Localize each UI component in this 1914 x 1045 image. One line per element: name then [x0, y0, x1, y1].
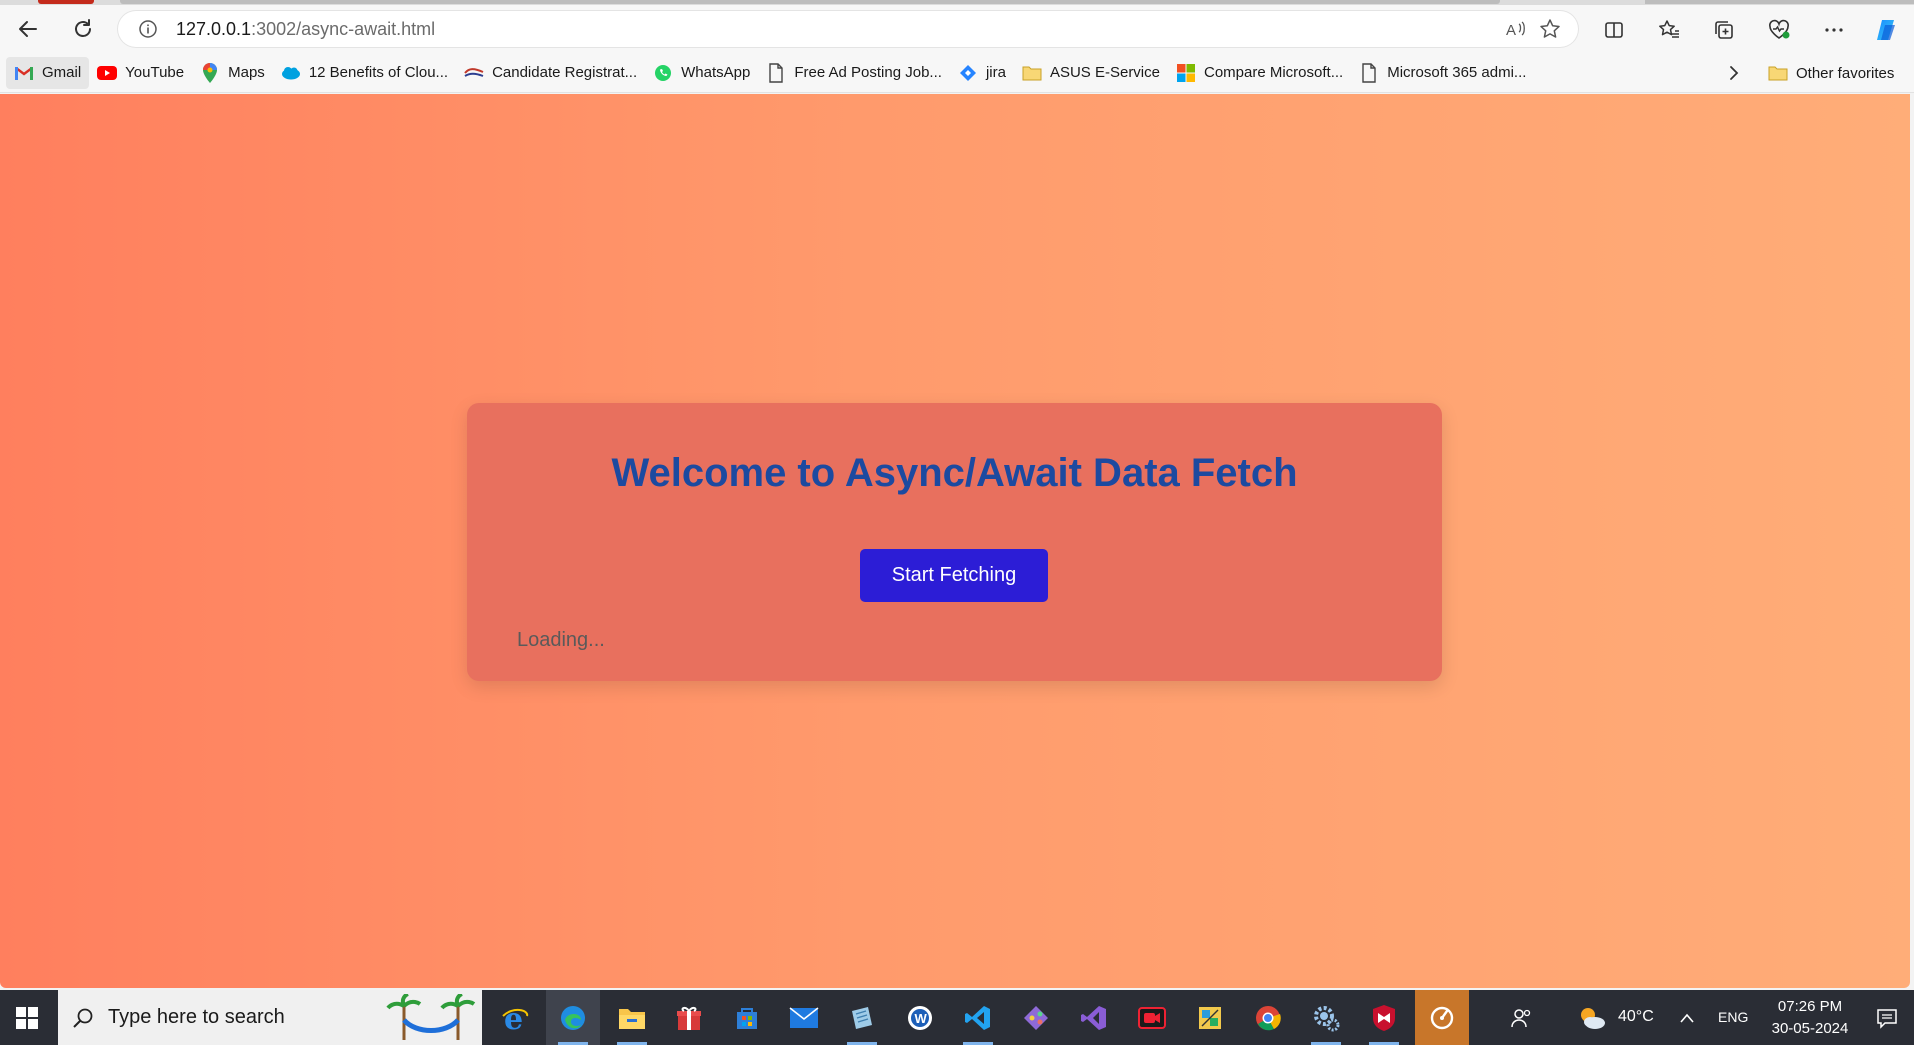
copilot-icon[interactable]	[1867, 10, 1907, 50]
store-taskbar-icon[interactable]	[720, 990, 774, 1045]
bookmark-label: Microsoft 365 admi...	[1387, 64, 1527, 81]
tab-strip-bar-right	[1645, 0, 1914, 4]
whatsapp-icon	[653, 63, 673, 83]
internet-explorer-taskbar-icon[interactable]: e	[488, 990, 542, 1045]
bookmark-label: Free Ad Posting Job...	[794, 64, 942, 81]
gift-app-taskbar-icon[interactable]	[662, 990, 716, 1045]
bookmark-label: WhatsApp	[681, 64, 751, 81]
bookmark-label: 12 Benefits of Clou...	[308, 64, 449, 81]
bookmark-other-favorites[interactable]: Other favorites	[1760, 57, 1902, 89]
people-taskbar-icon[interactable]	[1495, 990, 1549, 1045]
folder-icon	[1768, 63, 1788, 83]
word-app-taskbar-icon[interactable]: W	[893, 990, 947, 1045]
start-fetching-button[interactable]: Start Fetching	[860, 549, 1048, 602]
bookmark-label: Other favorites	[1796, 64, 1895, 82]
active-app-taskbar-icon[interactable]	[1415, 990, 1469, 1045]
bookmark-label: Maps	[228, 64, 265, 81]
notepad-taskbar-icon[interactable]	[835, 990, 889, 1045]
bookmark-compare-microsoft[interactable]: Compare Microsoft...	[1168, 57, 1351, 89]
split-screen-icon[interactable]	[1594, 10, 1634, 50]
bookmark-maps[interactable]: Maps	[192, 57, 273, 89]
page-icon	[1359, 62, 1379, 83]
windows-logo-icon	[16, 1006, 38, 1029]
vscode-taskbar-icon[interactable]	[951, 990, 1005, 1045]
search-placeholder: Type here to search	[108, 1006, 285, 1028]
page-viewport: Welcome to Async/Await Data Fetch Start …	[0, 94, 1910, 988]
browser-toolbar: 127.0.0.1:3002/async-await.html A	[0, 5, 1914, 53]
more-options-icon[interactable]	[1814, 10, 1854, 50]
bookmark-label: Gmail	[42, 64, 82, 81]
url-host: 127.0.0.1	[176, 18, 252, 39]
bookmark-candidate-registration[interactable]: Candidate Registrat...	[456, 57, 645, 89]
read-aloud-icon[interactable]: A	[1498, 11, 1534, 47]
tray-chevron-up-icon[interactable]	[1667, 990, 1707, 1045]
temperature-text[interactable]: 40°C	[1618, 1008, 1654, 1026]
windows-taskbar: Type here to search e W 40°C ENG 07:26 P…	[0, 990, 1914, 1045]
maps-icon	[200, 62, 220, 83]
bookmark-label: YouTube	[125, 64, 185, 81]
bookmark-cloud-benefits[interactable]: 12 Benefits of Clou...	[273, 57, 456, 89]
bookmark-youtube[interactable]: YouTube	[89, 57, 192, 89]
salesforce-icon	[281, 63, 301, 83]
clock-time[interactable]: 07:26 PM	[1773, 998, 1847, 1015]
hammock-beach-icon	[386, 994, 476, 1040]
bookmark-label: Candidate Registrat...	[492, 64, 638, 81]
start-button[interactable]	[0, 990, 54, 1045]
bookmarks-bar: Gmail YouTube Maps 12 Benefits of Clou..…	[0, 53, 1914, 93]
bookmark-free-ad-posting[interactable]: Free Ad Posting Job...	[758, 57, 950, 89]
notifications-icon[interactable]	[1860, 990, 1914, 1045]
status-text: Loading...	[517, 629, 605, 651]
fetch-card: Welcome to Async/Await Data Fetch Start …	[467, 403, 1442, 681]
back-arrow-icon	[19, 21, 37, 37]
url-path: :3002/async-await.html	[251, 18, 436, 39]
bookmark-label: ASUS E-Service	[1049, 64, 1160, 81]
bookmark-label: jira	[985, 64, 1006, 81]
bookmark-gmail[interactable]: Gmail	[6, 56, 90, 89]
collections-icon[interactable]	[1704, 10, 1744, 50]
mail-taskbar-icon[interactable]	[777, 990, 831, 1045]
edge-taskbar-icon[interactable]	[546, 990, 600, 1045]
bookmark-asus-eservice[interactable]: ASUS E-Service	[1014, 57, 1168, 89]
refresh-button[interactable]	[63, 9, 103, 49]
language-indicator[interactable]: ENG	[1718, 1009, 1748, 1025]
weather-icon[interactable]	[1565, 990, 1619, 1045]
git-app-taskbar-icon[interactable]	[1009, 990, 1063, 1045]
svg-text:A: A	[1506, 22, 1516, 39]
microsoft-icon	[1176, 63, 1196, 83]
gmail-icon	[14, 63, 34, 83]
chrome-taskbar-icon[interactable]	[1241, 990, 1295, 1045]
youtube-icon	[97, 63, 118, 83]
bookmarks-overflow-chevron-icon[interactable]	[1718, 57, 1750, 89]
refresh-icon	[75, 19, 91, 37]
bookmark-jira[interactable]: jira	[950, 57, 1014, 89]
back-button[interactable]	[8, 9, 48, 49]
bookmark-microsoft-365-admin[interactable]: Microsoft 365 admi...	[1351, 57, 1534, 89]
clock-date[interactable]: 30-05-2024	[1763, 1020, 1857, 1037]
svg-text:W: W	[915, 1011, 928, 1026]
page-icon	[766, 62, 786, 83]
file-explorer-taskbar-icon[interactable]	[605, 990, 659, 1045]
svg-text:e: e	[504, 1004, 523, 1032]
page-title: Welcome to Async/Await Data Fetch	[611, 451, 1298, 495]
site-info-icon[interactable]	[138, 19, 158, 39]
favorite-star-icon[interactable]	[1532, 11, 1568, 47]
bookmark-whatsapp[interactable]: WhatsApp	[645, 57, 758, 89]
jira-icon	[958, 63, 978, 83]
browser-essentials-icon[interactable]	[1759, 10, 1799, 50]
screen-recorder-taskbar-icon[interactable]	[1125, 990, 1179, 1045]
search-icon	[73, 1008, 93, 1028]
folder-icon	[1022, 63, 1042, 83]
mcafee-taskbar-icon[interactable]	[1357, 990, 1411, 1045]
address-bar[interactable]: 127.0.0.1:3002/async-await.html A	[118, 11, 1578, 47]
site-icon	[464, 63, 484, 83]
settings-gear-taskbar-icon[interactable]	[1299, 990, 1353, 1045]
favorites-icon[interactable]	[1649, 10, 1689, 50]
tab-strip-bar	[120, 0, 1500, 4]
taskbar-search-box[interactable]: Type here to search	[58, 990, 482, 1045]
visual-studio-taskbar-icon[interactable]	[1067, 990, 1121, 1045]
file-manager-taskbar-icon[interactable]	[1183, 990, 1237, 1045]
bookmark-label: Compare Microsoft...	[1204, 64, 1344, 81]
active-tab-indicator[interactable]	[38, 0, 94, 4]
